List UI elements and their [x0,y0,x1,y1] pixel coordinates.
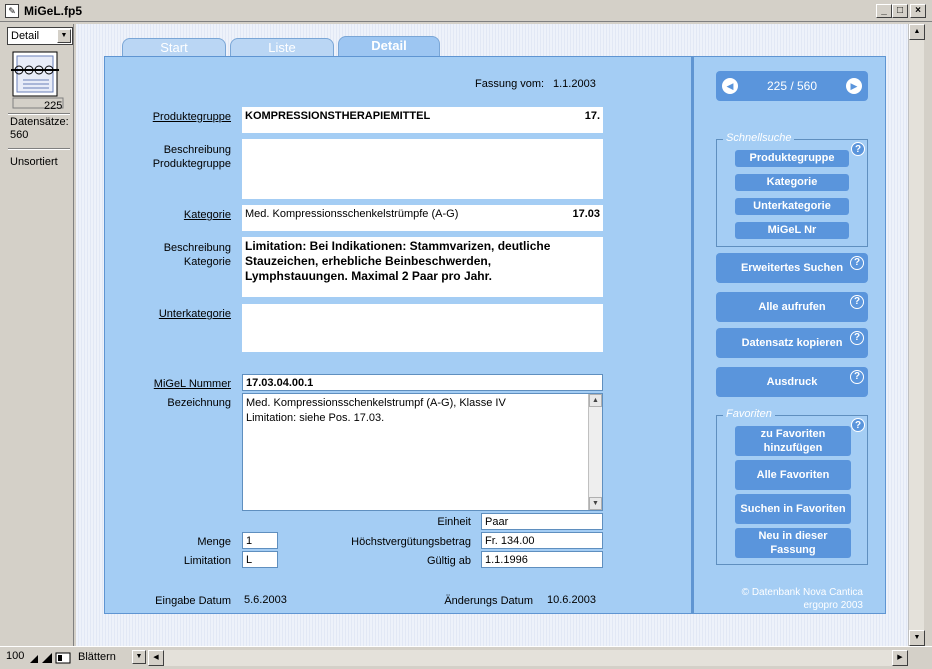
record-number: 225 [44,100,63,112]
status-area: Detail ▼ 225 Datensätze: 560 Unsortiert [4,24,74,646]
kategorie-field[interactable]: Med. Kompressionsschenkelstrümpfe (A-G) … [242,205,603,231]
ausdruck-button[interactable]: Ausdruck ? [716,367,868,397]
zoom-controls-icon[interactable] [28,651,72,665]
tab-start[interactable]: Start [122,38,226,58]
record-position: 225 / 560 [766,79,818,93]
kategorie-code: 17.03 [572,208,600,220]
einheit-label: Einheit [437,516,471,528]
minimize-button[interactable]: _ [876,4,892,18]
scroll-up-icon[interactable]: ▲ [589,394,602,407]
record-navigator: ◀ 225 / 560 ▶ [716,71,868,101]
limitation-label: Limitation [183,555,231,567]
quick-kategorie-button[interactable]: Kategorie [735,174,849,191]
beschreibung-pg-label: Beschreibung Produktegruppe [152,144,231,170]
help-icon[interactable]: ? [850,370,864,384]
fassung-value: 1.1.2003 [553,78,596,90]
maximize-button[interactable]: □ [892,4,908,18]
bezeichnung-scrollbar[interactable]: ▲ ▼ [588,394,602,510]
copyright: © Datenbank Nova Cantica ergopro 2003 [741,587,863,611]
chevron-down-icon: ▼ [57,29,71,43]
alle-aufrufen-button[interactable]: Alle aufrufen ? [716,292,868,322]
layout-select[interactable]: Detail ▼ [7,27,73,45]
horizontal-scrollbar[interactable]: ◀ ▶ [148,650,908,666]
bezeichnung-label: Bezeichnung [167,397,231,409]
favoriten-group: Favoriten ? zu Favoriten hinzufügen Alle … [716,408,868,565]
detail-panel: Fassung vom: 1.1.2003 Produktegruppe KOM… [104,56,692,614]
scroll-right-icon[interactable]: ▶ [892,650,908,666]
eingabe-label: Eingabe Datum [155,595,231,607]
quick-unterkategorie-button[interactable]: Unterkategorie [735,198,849,215]
bezeichnung-field[interactable]: Med. Kompressionsschenkelstrumpf (A-G), … [242,393,603,511]
scroll-up-icon[interactable]: ▲ [909,24,925,40]
gueltig-label: Gültig ab [426,555,471,567]
help-icon[interactable]: ? [850,256,864,270]
datensatz-kopieren-button[interactable]: Datensatz kopieren ? [716,328,868,358]
favoriten-title: Favoriten [723,408,775,420]
erweitertes-suchen-button[interactable]: Erweitertes Suchen ? [716,253,868,283]
mode-select-value: Blättern [78,651,116,663]
menge-label: Menge [197,536,231,548]
neu-fassung-button[interactable]: Neu in dieser Fassung [735,528,851,558]
quick-produktegruppe-button[interactable]: Produktegruppe [735,150,849,167]
gueltig-field[interactable]: 1.1.1996 [481,551,603,568]
close-button[interactable]: × [910,4,926,18]
previous-record-icon[interactable]: ◀ [722,78,738,94]
hvb-label: Höchstvergütungsbetrag [351,536,471,548]
mode-select[interactable]: Blättern ▼ [76,650,146,666]
alle-favoriten-button[interactable]: Alle Favoriten [735,460,851,490]
eingabe-value: 5.6.2003 [244,594,287,606]
scroll-down-icon[interactable]: ▼ [589,497,602,510]
fassung-label: Fassung vom: [475,78,545,90]
menge-field[interactable]: 1 [242,532,278,549]
help-icon[interactable]: ? [850,295,864,309]
aenderung-value: 10.6.2003 [547,594,596,606]
zoom-level[interactable]: 100 [6,650,24,662]
layout-select-value: Detail [11,30,40,42]
help-icon[interactable]: ? [851,418,865,432]
limitation-field[interactable]: L [242,551,278,568]
suchen-favoriten-button[interactable]: Suchen in Favoriten [735,494,851,524]
zu-favoriten-button[interactable]: zu Favoriten hinzufügen [735,426,851,456]
layout-area: Start Liste Detail Fassung vom: 1.1.2003… [76,24,908,646]
beschreibung-pg-field[interactable] [242,139,603,199]
tab-liste[interactable]: Liste [230,38,334,58]
help-icon[interactable]: ? [850,331,864,345]
beschreibung-kat-field[interactable]: Limitation: Bei Indikationen: Stammvariz… [242,237,603,297]
produktegruppe-label[interactable]: Produktegruppe [145,110,231,124]
tab-detail[interactable]: Detail [338,36,440,58]
window-title: MiGeL.fp5 [24,4,83,18]
produktegruppe-code: 17. [584,110,600,122]
chevron-down-icon: ▼ [132,650,146,664]
einheit-field[interactable]: Paar [481,513,603,530]
vertical-scrollbar[interactable]: ▲ ▼ [908,24,925,646]
records-label: Datensätze: 560 [10,116,69,141]
hvb-field[interactable]: Fr. 134.00 [481,532,603,549]
quick-migel-button[interactable]: MiGeL Nr [735,222,849,239]
produktegruppe-field[interactable]: KOMPRESSIONSTHERAPIEMITTEL 17. [242,107,603,133]
migel-label[interactable]: MiGeL Nummer [145,377,231,391]
kategorie-label[interactable]: Kategorie [145,208,231,222]
migel-field[interactable]: 17.03.04.00.1 [242,374,603,391]
sort-status: Unsortiert [10,156,58,168]
app-icon: ✎ [5,4,19,18]
unterkategorie-field[interactable] [242,304,603,352]
records-count: 560 [10,129,29,141]
schnellsuche-group: Schnellsuche ? Produktegruppe Kategorie … [716,132,868,247]
beschreibung-kat-label: Beschreibung Kategorie [163,242,231,268]
schnellsuche-title: Schnellsuche [723,132,795,144]
scroll-left-icon[interactable]: ◀ [148,650,164,666]
help-icon[interactable]: ? [851,142,865,156]
side-panel: ◀ 225 / 560 ▶ Schnellsuche ? Produktegru… [692,56,886,614]
status-bar: 100 Blättern ▼ ◀ ▶ [0,646,932,669]
title-bar: ✎ MiGeL.fp5 _ □ × [0,0,932,22]
scroll-down-icon[interactable]: ▼ [909,630,925,646]
next-record-icon[interactable]: ▶ [846,78,862,94]
aenderung-label: Änderungs Datum [444,595,533,607]
unterkategorie-label[interactable]: Unterkategorie [145,307,231,321]
